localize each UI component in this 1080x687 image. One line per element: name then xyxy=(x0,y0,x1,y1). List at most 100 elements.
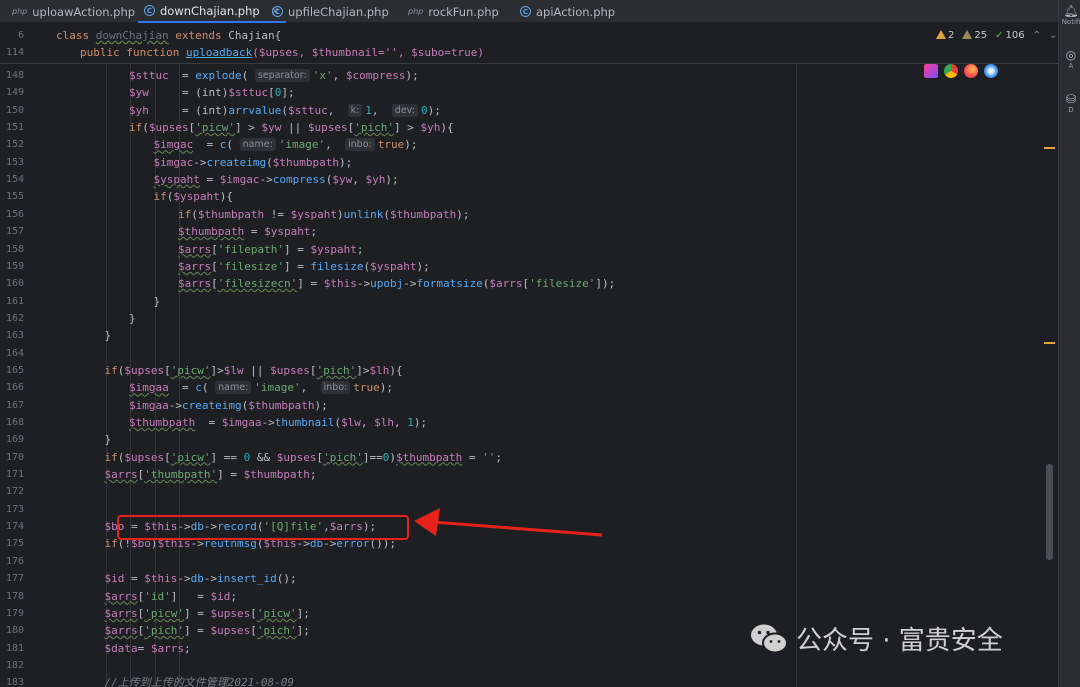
code-line[interactable]: 168 $thumbpath = $imgaa->thumbnail($lw, $… xyxy=(0,414,1040,431)
right-tool-strip: 🔔︎ Notifi ◎ A ⛁ D xyxy=(1058,0,1080,687)
line-number: 168 xyxy=(5,417,24,428)
class-file-icon: C xyxy=(144,5,155,16)
function-keyword: public function xyxy=(80,46,180,59)
sticky-scope-header: 6 class downChajian extends Chajian{ 114… xyxy=(0,24,1058,64)
php-file-icon: php xyxy=(12,7,28,16)
code-line[interactable]: 161} xyxy=(0,293,1040,310)
code-text: $arrs['filesizecn'] = $this->upobj->form… xyxy=(178,277,616,291)
code-text: $data= $arrs; xyxy=(104,641,191,655)
code-editor[interactable]: 148 $sttuc = explode( separator:'x', $com… xyxy=(0,64,1058,687)
code-line[interactable]: 169} xyxy=(0,431,1040,448)
ok-count[interactable]: ✓ 106 xyxy=(995,30,1024,41)
ai-assistant-tool[interactable]: ◎ A xyxy=(1061,48,1080,70)
line-number: 182 xyxy=(5,659,24,671)
code-line[interactable]: 156 if($thumbpath != $yspaht)unlink($thum… xyxy=(0,206,1040,223)
code-text: //上传到上传的文件管理2021-08-09 xyxy=(104,676,294,687)
function-name: uploadback xyxy=(185,46,253,59)
line-number: 183 xyxy=(5,677,24,687)
vertical-scrollbar-thumb[interactable] xyxy=(1046,464,1053,560)
line-number: 161 xyxy=(5,295,24,307)
code-line[interactable]: 150 $yh = (int)arrvalue($sttuc, k: 1, dev:… xyxy=(0,102,1040,119)
tab-downchajian-php[interactable]: CdownChajian.php × xyxy=(138,0,286,23)
code-line[interactable]: 171 $arrs['thumbpath'] = $thumbpath; xyxy=(0,466,1040,483)
line-number: 178 xyxy=(5,590,24,602)
code-text: $sttuc = explode( separator:'x', $compre… xyxy=(129,69,419,82)
tab-label: apiAction.php xyxy=(536,4,616,19)
code-line[interactable]: 183 //上传到上传的文件管理2021-08-09 xyxy=(0,674,1040,687)
tab-label: uploawAction.php xyxy=(32,4,136,19)
class-file-icon: C xyxy=(272,6,283,17)
code-line[interactable]: 157 $thumbpath = $yspaht; xyxy=(0,223,1040,240)
line-number: 171 xyxy=(5,469,24,481)
code-line[interactable]: 148 $sttuc = explode( separator:'x', $com… xyxy=(0,67,1040,84)
check-icon: ✓ xyxy=(995,30,1004,41)
chevron-up-icon[interactable]: ⌃ xyxy=(1033,30,1041,41)
line-number: 174 xyxy=(5,521,24,533)
tab-label: upfileChajian.php xyxy=(288,4,389,19)
assistant-icon: ◎ xyxy=(1065,48,1077,62)
code-line[interactable]: 176 xyxy=(0,553,1040,570)
code-text: $thumbpath = $imgaa->thumbnail($lw, $lh,… xyxy=(129,416,428,429)
code-text: if($thumbpath != $yspaht)unlink($thumbpa… xyxy=(178,207,470,221)
weak-warning-icon xyxy=(962,30,973,39)
code-text: if($yspaht){ xyxy=(153,190,233,204)
weak-warnings-count[interactable]: 25 xyxy=(962,30,987,41)
code-line[interactable]: 152 $imgac = c( name:'image', inbo: true); xyxy=(0,136,1040,153)
code-line[interactable]: 172 xyxy=(0,483,1040,500)
code-line[interactable]: 158 $arrs['filepath'] = $yspaht; xyxy=(0,241,1040,258)
chevron-down-icon[interactable]: ⌄ xyxy=(1049,30,1057,41)
database-tool[interactable]: ⛁ D xyxy=(1061,92,1080,114)
code-line[interactable]: 154 $yspaht = $imgac->compress($yw, $yh); xyxy=(0,171,1040,188)
line-number: 165 xyxy=(5,364,24,376)
code-line[interactable]: 182 xyxy=(0,657,1040,674)
code-line[interactable]: 159 $arrs['filesize'] = filesize($yspaht)… xyxy=(0,258,1040,275)
code-line[interactable]: 149 $yw = (int)$sttuc[0]; xyxy=(0,84,1040,101)
line-number: 177 xyxy=(5,573,24,585)
code-line[interactable]: 151 if($upses['picw'] > $yw || $upses['pi… xyxy=(0,119,1040,136)
line-number: 157 xyxy=(5,226,24,238)
code-line[interactable]: 155 if($yspaht){ xyxy=(0,188,1040,205)
class-keyword: class xyxy=(56,29,90,42)
inspection-widget[interactable]: 2 25 ✓ 106 ⌃ ⌄ xyxy=(936,30,1057,41)
warning-icon xyxy=(936,30,946,39)
code-text: $imgaa = c( name:'image', inbo: true); xyxy=(129,381,393,395)
sticky-line-class[interactable]: 6 class downChajian extends Chajian{ xyxy=(0,27,1040,44)
code-line[interactable]: 178 $arrs['id'] = $id; xyxy=(0,588,1040,605)
error-stripe-marker[interactable] xyxy=(1044,147,1055,149)
sticky-line-function[interactable]: 114 public function uploadback($upses, $… xyxy=(0,44,1040,61)
code-line[interactable]: 164 xyxy=(0,345,1040,362)
line-number: 149 xyxy=(5,87,24,99)
code-line[interactable]: 153 $imgac->createimg($thumbpath); xyxy=(0,154,1040,171)
code-line[interactable]: 162} xyxy=(0,310,1040,327)
line-number: 6 xyxy=(17,30,24,41)
line-number: 173 xyxy=(5,503,24,515)
error-stripe-marker[interactable] xyxy=(1044,342,1055,344)
tab-upfilechajian-php[interactable]: CupfileChajian.php xyxy=(266,0,395,23)
notifications-tool[interactable]: 🔔︎ Notifi xyxy=(1061,4,1080,26)
code-text: $arrs['picw'] = $upses['picw']; xyxy=(104,606,310,620)
tab-uploawaction-php[interactable]: php uploawAction.php xyxy=(6,0,141,23)
warnings-count[interactable]: 2 xyxy=(936,30,954,41)
database-icon: ⛁ xyxy=(1065,92,1077,106)
code-line[interactable]: 163} xyxy=(0,327,1040,344)
line-number: 167 xyxy=(5,399,24,411)
code-line[interactable]: 170 if($upses['picw'] == 0 && $upses['pic… xyxy=(0,449,1040,466)
tab-apiaction-php[interactable]: CapiAction.php xyxy=(514,0,621,23)
code-line[interactable]: 167 $imgaa->createimg($thumbpath); xyxy=(0,397,1040,414)
code-line[interactable]: 177 $id = $this->db->insert_id(); xyxy=(0,570,1040,587)
code-text: $arrs['filepath'] = $yspaht; xyxy=(178,242,364,256)
php-file-icon: php xyxy=(408,7,424,16)
tab-rockfun-php[interactable]: php rockFun.php xyxy=(402,0,505,23)
line-number: 164 xyxy=(5,347,24,359)
code-line[interactable]: 165 if($upses['picw']>$lw || $upses['pich… xyxy=(0,362,1040,379)
line-number: 170 xyxy=(5,451,24,463)
code-text: } xyxy=(104,433,112,447)
code-line[interactable]: 166 $imgaa = c( name:'image', inbo: true); xyxy=(0,379,1040,396)
code-line[interactable]: 160 $arrs['filesizecn'] = $this->upobj->f… xyxy=(0,275,1040,292)
code-text: $imgaa->createimg($thumbpath); xyxy=(129,398,328,412)
code-text: if($upses['picw']>$lw || $upses['pich']>… xyxy=(104,363,403,377)
code-text: $arrs['filesize'] = filesize($yspaht); xyxy=(178,259,430,273)
code-text: $imgac->createimg($thumbpath); xyxy=(153,155,353,169)
code-text: $yh = (int)arrvalue($sttuc, k: 1, dev: 0); xyxy=(129,103,441,117)
code-text: $arrs['pich'] = $upses['pich']; xyxy=(104,624,310,638)
